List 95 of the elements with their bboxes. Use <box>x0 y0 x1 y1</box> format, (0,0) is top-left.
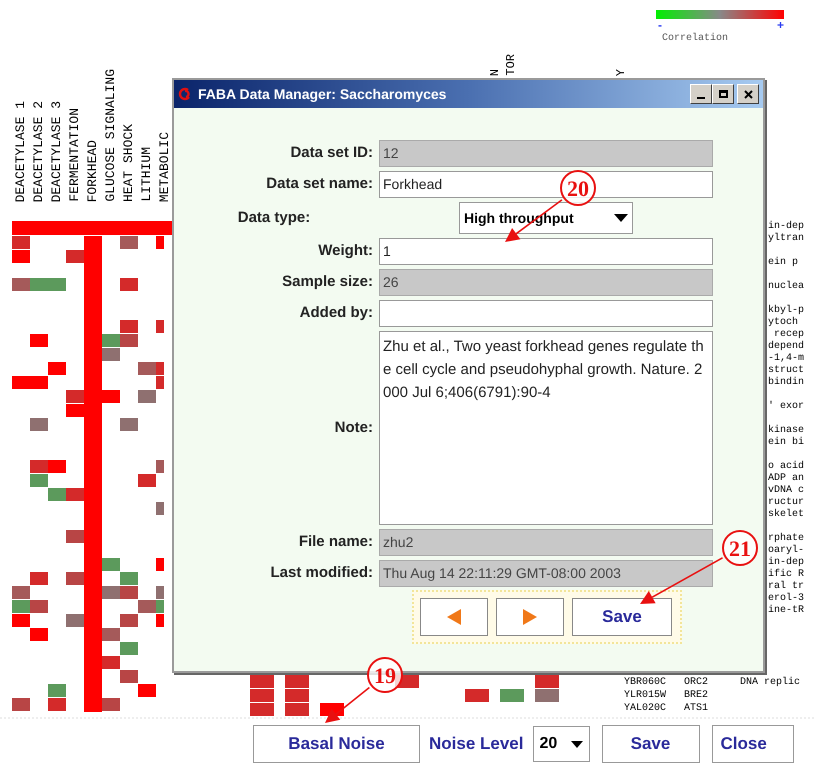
noise-level-label: Noise Level <box>429 733 524 756</box>
heatmap-cell <box>285 689 309 702</box>
field-label: Sample size: <box>281 272 373 292</box>
column-header: DEACETYLASE 2 <box>30 100 47 202</box>
gene-description: DNA replic <box>740 676 800 689</box>
gene-description: ructur <box>768 497 804 508</box>
gene-name: BRE2 <box>684 689 710 702</box>
column-header: GLUCOSE SIGNALING <box>102 69 119 202</box>
minimize-button[interactable] <box>690 84 712 104</box>
readonly-field: 12 <box>379 140 713 167</box>
scale-min-label: - <box>658 19 662 31</box>
readonly-field: zhu2 <box>379 529 713 556</box>
column-header: FORKHEAD <box>84 140 101 202</box>
app-logo-icon <box>178 87 192 101</box>
heatmap-cell <box>285 675 309 688</box>
note-textarea[interactable]: Zhu et al., Two yeast forkhead genes regulate the cell cycle and pseudohyphal growth. Nature. 2000 Jul 6;406(6791):90-4 <box>379 331 713 525</box>
gene-description: ein bi <box>768 437 804 449</box>
gene-description: recep <box>773 329 804 340</box>
legend-title: Correlation <box>661 32 730 46</box>
gene-description: ral tr <box>768 581 804 592</box>
gene-description: ytoch <box>768 317 800 329</box>
save-button[interactable]: Save <box>572 598 672 636</box>
right-arrow-icon <box>521 608 539 626</box>
gene-description: in-dep <box>768 557 804 568</box>
column-header: TOR <box>504 54 518 76</box>
gene-description: ific R <box>768 569 804 580</box>
caret-icon <box>614 214 628 222</box>
save-button[interactable]: Save <box>602 725 700 763</box>
basal-noise-button[interactable]: Basal Noise <box>253 725 420 763</box>
gene-description: kinase <box>768 425 804 436</box>
column-header: FERMENTATION <box>66 108 83 202</box>
gene-description: erol-3 <box>768 593 804 604</box>
column-header: DEACETYLASE 1 <box>12 100 29 202</box>
close-icon <box>744 90 752 98</box>
previous-button[interactable] <box>420 598 488 636</box>
gene-id: YAL020C <box>624 702 668 715</box>
field-label: Last modified: <box>269 563 373 584</box>
column-header: DEACETYLASE 3 <box>48 100 65 202</box>
close-button[interactable] <box>737 84 759 104</box>
gene-description: yltran <box>768 233 804 245</box>
gene-description: struct <box>768 365 804 376</box>
gene-name: ATS1 <box>684 702 710 715</box>
input-field[interactable] <box>379 300 713 327</box>
gene-description: bindin <box>768 377 804 389</box>
heatmap-cell <box>535 689 559 702</box>
window-title: FABA Data Manager: Saccharomyces <box>198 84 448 104</box>
maximize-button[interactable] <box>712 84 734 104</box>
maximize-icon <box>718 90 728 98</box>
gene-id: YBR060C <box>624 676 668 689</box>
left-arrow-icon <box>445 608 463 626</box>
input-field[interactable]: 1 <box>379 238 713 265</box>
minimize-icon <box>697 97 705 99</box>
column-header: LITHIUM <box>138 147 155 202</box>
gene-description: in-dep <box>768 221 804 232</box>
gene-description: depend <box>768 341 804 353</box>
scale-max-label: + <box>776 19 784 31</box>
heatmap-cell <box>535 675 559 688</box>
column-header: HEAT SHOCK <box>120 124 137 202</box>
heatmap-cell <box>250 703 274 716</box>
callout-arrow <box>325 686 370 723</box>
field-label: Data set name: <box>265 174 373 194</box>
gene-description: nuclea <box>768 281 804 293</box>
column-header: METABOLIC <box>156 132 173 202</box>
heatmap-cell <box>250 689 274 702</box>
gene-id: YLR015W <box>624 689 668 702</box>
field-label: Data type: <box>236 208 312 228</box>
gene-description: ein p <box>768 257 800 269</box>
heatmap-cell <box>285 703 309 716</box>
gene-description: vDNA c <box>768 485 804 497</box>
caret-icon <box>570 740 582 748</box>
gene-description: skelet <box>768 509 804 521</box>
readonly-field: Thu Aug 14 22:11:29 GMT-08:00 2003 <box>379 560 713 587</box>
gene-description: kbyl-p <box>768 305 804 316</box>
close-button[interactable]: Close <box>712 725 794 763</box>
heatmap-cell <box>500 689 524 702</box>
field-label: Data set ID: <box>289 143 373 164</box>
field-label: Added by: <box>298 303 373 324</box>
gene-description: ADP an <box>768 473 804 485</box>
gene-name: ORC2 <box>684 676 710 689</box>
next-button[interactable] <box>496 598 564 636</box>
column-header: N <box>488 68 502 76</box>
field-label: Weight: <box>317 241 373 262</box>
heatmap-cell <box>465 689 489 702</box>
field-label: Note: <box>334 418 373 438</box>
field-label: File name: <box>298 532 373 552</box>
gene-description: ine-tR <box>768 605 804 617</box>
heatmap-cell <box>250 675 274 688</box>
gene-description: o acid <box>768 461 804 473</box>
gene-description: -1,4-m <box>768 353 804 365</box>
readonly-field: 26 <box>379 269 713 296</box>
gene-description: oaryl- <box>768 545 804 556</box>
gene-description: ' exor <box>768 401 804 413</box>
gene-description: rphate <box>768 533 804 544</box>
column-header: Y <box>614 68 628 76</box>
noise-level-dropdown[interactable]: 20 <box>532 726 590 762</box>
